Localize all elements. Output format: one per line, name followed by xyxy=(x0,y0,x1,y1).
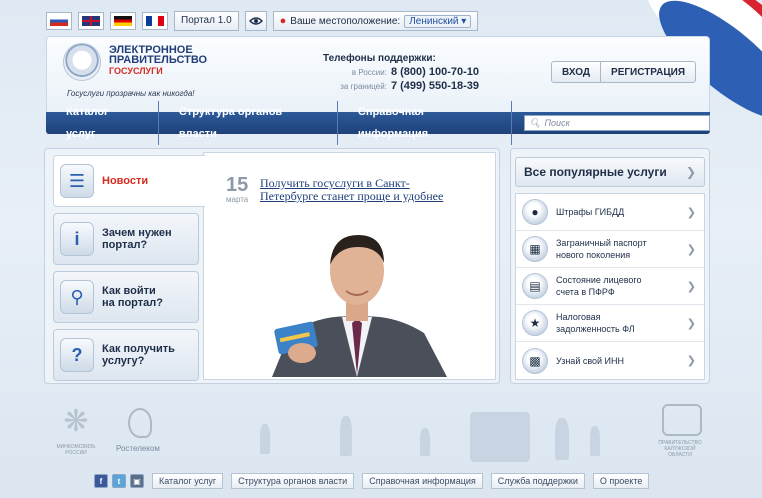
chevron-right-icon: ❯ xyxy=(686,206,696,219)
gosuslugi-logo-icon[interactable] xyxy=(63,43,101,81)
site-logo[interactable]: ЭЛЕКТРОННОЕ ПРАВИТЕЛЬСТВО ГОСУСЛУГИ xyxy=(109,45,208,77)
all-popular-services-button[interactable]: Все популярные услуги ❯ xyxy=(515,157,705,187)
question-icon: ? xyxy=(60,338,94,372)
phones-title: Телефоны поддержки: xyxy=(323,53,436,64)
rostelecom-logo-icon[interactable] xyxy=(128,408,152,438)
chevron-right-icon: ❯ xyxy=(686,317,696,330)
tab-label: Как получить услугу? xyxy=(102,343,175,367)
tab-why-portal[interactable]: i Зачем нужен портал? xyxy=(53,213,199,265)
footer-link-authorities[interactable]: Структура органов власти xyxy=(231,473,355,489)
footer-links: f t ▣ Каталог услуг Структура органов вл… xyxy=(94,473,650,489)
footer-link-support[interactable]: Служба поддержки xyxy=(490,473,585,489)
search-input[interactable]: 🔍︎ Поиск xyxy=(524,115,710,131)
support-phones: Телефоны поддержки: в России: 8 (800) 100… xyxy=(299,53,479,92)
phone-abroad: за границей: 7 (499) 550-18-39 xyxy=(340,80,479,92)
people-silhouette-icon xyxy=(260,424,270,454)
popular-list: ● Штрафы ГИБДД ❯ ▦ Заграничный паспорт н… xyxy=(515,193,705,380)
german-flag-icon[interactable] xyxy=(110,12,136,30)
passport-icon: ▦ xyxy=(522,236,548,262)
location-selector[interactable]: ● Ваше местоположение: Ленинский ▾ xyxy=(272,11,479,31)
service-label: Состояние лицевого счета в ПФРФ xyxy=(556,275,642,297)
russian-flag-icon[interactable] xyxy=(46,12,72,30)
popular-services: Все популярные услуги ❯ ● Штрафы ГИБДД ❯… xyxy=(510,148,710,384)
login-icon: ⚲ xyxy=(60,280,94,314)
people-silhouette-icon xyxy=(590,426,600,456)
tab-how-get-service[interactable]: ? Как получить услугу? xyxy=(53,329,199,381)
chevron-right-icon: ❯ xyxy=(686,243,696,256)
nav-catalog[interactable]: Каталог услуг xyxy=(46,101,159,145)
main-nav: Каталог услуг Структура органов власти С… xyxy=(46,101,710,145)
top-bar: Портал 1.0 ● Ваше местоположение: Ленинс… xyxy=(46,10,479,32)
inn-document-icon: ▩ xyxy=(522,347,548,374)
auth-buttons: ВХОД РЕГИСТРАЦИЯ xyxy=(551,61,697,83)
tab-how-login[interactable]: ⚲ Как войти на портал? xyxy=(53,271,199,323)
tab-label: Новости xyxy=(102,175,149,187)
kaluga-label: Правительство Калужской области xyxy=(658,440,702,458)
service-label: Заграничный паспорт нового поколения xyxy=(556,238,647,260)
chevron-right-icon: ❯ xyxy=(686,280,696,293)
service-label: Налоговая задолженность ФЛ xyxy=(556,312,635,334)
news-panel: 15 марта Получить госуслуги в Санкт-Пете… xyxy=(203,152,496,380)
tab-label: Как войти на портал? xyxy=(102,285,163,309)
news-date: 15 марта xyxy=(226,175,248,204)
man-with-card-image xyxy=(262,225,452,377)
news-month: марта xyxy=(226,195,249,204)
tax-emblem-icon: ★ xyxy=(522,310,548,336)
twitter-icon[interactable]: t xyxy=(112,474,126,488)
footer-link-reference[interactable]: Справочная информация xyxy=(362,473,483,489)
phone-russia: в России: 8 (800) 100-70-10 xyxy=(351,66,479,78)
info-block: ☰ Новости i Зачем нужен портал? ⚲ Как во… xyxy=(44,148,500,384)
info-icon: i xyxy=(60,222,94,256)
newspaper-icon: ☰ xyxy=(60,164,94,198)
footer-link-about[interactable]: О проекте xyxy=(592,473,650,489)
logo-line-2: ПРАВИТЕЛЬСТВО xyxy=(109,54,208,66)
logo-line-3: ГОСУСЛУГИ xyxy=(109,66,163,76)
location-value[interactable]: Ленинский ▾ xyxy=(404,14,472,28)
service-label: Штрафы ГИБДД xyxy=(556,207,625,217)
english-flag-icon[interactable] xyxy=(78,12,104,30)
location-label: Ваше местоположение: xyxy=(290,15,401,27)
accessibility-eye-icon[interactable] xyxy=(244,11,267,31)
tagline: Госуслуги прозрачны как никогда! xyxy=(67,89,195,98)
login-button[interactable]: ВХОД xyxy=(552,62,600,82)
search-placeholder: Поиск xyxy=(544,118,570,128)
register-button[interactable]: РЕГИСТРАЦИЯ xyxy=(601,62,695,82)
french-flag-icon[interactable] xyxy=(142,12,168,30)
search-icon: 🔍︎ xyxy=(529,117,541,128)
footer-link-catalog[interactable]: Каталог услуг xyxy=(152,473,224,489)
service-label: Узнай свой ИНН xyxy=(556,355,625,366)
news-day: 15 xyxy=(226,174,249,196)
news-headline-link[interactable]: Получить госуслуги в Санкт-Петербурге ст… xyxy=(260,177,460,203)
pension-account-icon: ▤ xyxy=(522,273,548,299)
portal-version-button[interactable]: Портал 1.0 xyxy=(174,11,239,31)
popular-title: Все популярные услуги xyxy=(524,165,667,179)
service-traffic-fines[interactable]: ● Штрафы ГИБДД ❯ xyxy=(516,194,704,231)
rostelecom-label: Ростелеком xyxy=(116,444,160,453)
traffic-light-icon: ● xyxy=(522,199,548,225)
info-tabs: ☰ Новости i Зачем нужен портал? ⚲ Как во… xyxy=(53,155,205,387)
service-pension-account[interactable]: ▤ Состояние лицевого счета в ПФРФ ❯ xyxy=(516,268,704,305)
nav-authorities[interactable]: Структура органов власти xyxy=(159,101,338,145)
service-passport[interactable]: ▦ Заграничный паспорт нового поколения ❯ xyxy=(516,231,704,268)
ministry-label: Минкомсвязь России xyxy=(56,444,96,456)
photo-icon[interactable]: ▣ xyxy=(130,474,144,488)
people-silhouette-icon xyxy=(555,418,569,460)
tab-news[interactable]: ☰ Новости xyxy=(53,155,205,207)
building-silhouette-icon xyxy=(470,412,530,462)
footer-partners: ❋ Минкомсвязь России Ростелеком Правител… xyxy=(50,404,710,464)
service-tax-debt[interactable]: ★ Налоговая задолженность ФЛ ❯ xyxy=(516,305,704,342)
kaluga-emblem-icon[interactable] xyxy=(662,404,702,436)
location-pin-icon: ● xyxy=(279,15,287,27)
coat-of-arms-icon[interactable]: ❋ xyxy=(58,404,94,440)
chevron-right-icon: ❯ xyxy=(686,355,696,367)
people-silhouette-icon xyxy=(340,416,352,456)
facebook-icon[interactable]: f xyxy=(94,474,108,488)
nav-reference[interactable]: Справочная информация xyxy=(338,101,513,145)
tab-label: Зачем нужен портал? xyxy=(102,227,172,251)
service-inn[interactable]: ▩ Узнай свой ИНН ❯ xyxy=(516,342,704,379)
people-silhouette-icon xyxy=(420,428,430,456)
chevron-right-icon: ❯ xyxy=(685,165,696,179)
